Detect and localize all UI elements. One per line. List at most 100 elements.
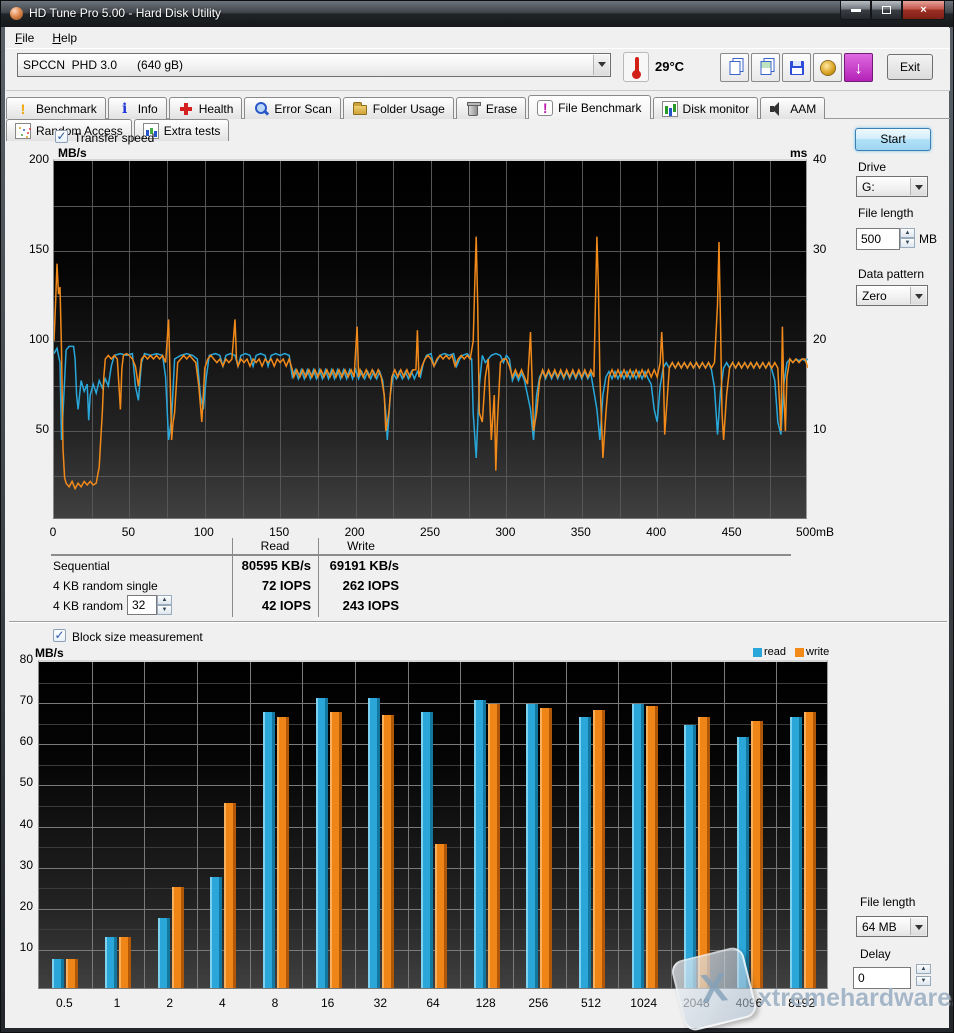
bottom-file-length-value: 64 MB [862, 920, 897, 934]
app-window: HD Tune Pro 5.00 - Hard Disk Utility × F… [0, 0, 954, 1033]
close-icon: × [920, 4, 926, 16]
file-length-stepper[interactable]: ▲ ▼ [900, 228, 915, 248]
save-button[interactable] [782, 53, 811, 82]
write-bar [172, 887, 184, 988]
title-bar[interactable]: HD Tune Pro 5.00 - Hard Disk Utility × [1, 1, 953, 27]
health-icon [178, 101, 194, 117]
x-axis-tick: 100 [184, 525, 224, 539]
read-bar [526, 704, 538, 988]
drive-select-combo[interactable]: SPCCN PHD 3.0 (640 gB) [17, 53, 611, 77]
data-pattern-label: Data pattern [858, 267, 924, 281]
result-write-value: 262 IOPS [299, 578, 399, 593]
delay-label: Delay [860, 947, 891, 961]
transfer-speed-chart [53, 159, 807, 519]
gridline-v [671, 662, 672, 988]
start-button[interactable]: Start [855, 128, 931, 151]
read-bar [474, 700, 486, 988]
gridline-h [39, 683, 827, 684]
tab-health[interactable]: Health [169, 97, 243, 119]
y-axis-tick-left: 50 [23, 422, 49, 436]
file-benchmark-icon: ! [537, 100, 553, 116]
gridline-v [197, 662, 198, 988]
file-length-input[interactable]: 500 [856, 228, 900, 250]
spin-up-icon[interactable]: ▲ [916, 964, 931, 974]
minimize-button[interactable] [840, 1, 871, 20]
tab-folder-usage[interactable]: Folder Usage [343, 97, 454, 119]
tab-benchmark[interactable]: ! Benchmark [6, 97, 106, 119]
tab-label: AAM [790, 102, 816, 116]
block-size-chart [38, 660, 828, 989]
watermark-text: xtremehardware.com [758, 984, 954, 1013]
menu-item-help[interactable]: Help [43, 28, 86, 48]
gridline-v [460, 662, 461, 988]
result-read-value: 80595 KB/s [211, 558, 311, 573]
tab-disk-monitor[interactable]: Disk monitor [653, 97, 759, 119]
write-bar [646, 706, 658, 988]
data-pattern-combo[interactable]: Zero [856, 285, 928, 306]
chevron-down-icon[interactable] [910, 178, 926, 195]
read-column-header: Read [233, 539, 317, 553]
tab-erase[interactable]: Erase [456, 97, 526, 119]
spin-down-icon[interactable]: ▼ [157, 605, 172, 615]
read-bar [210, 877, 222, 988]
gridline-v [513, 662, 514, 988]
x-axis-tick: 200 [335, 525, 375, 539]
bar-x-axis-tick: 256 [512, 996, 564, 1010]
result-read-value: 42 IOPS [211, 598, 311, 613]
gridline-v [618, 662, 619, 988]
tab-label: Info [138, 102, 158, 116]
benchmark-icon: ! [15, 101, 31, 117]
tab-info[interactable]: i Info [108, 97, 167, 119]
erase-icon [465, 101, 481, 117]
block-size-checkbox[interactable]: ✓ [53, 629, 66, 642]
write-bar [488, 704, 500, 988]
read-bar [158, 918, 170, 988]
transfer-speed-checkbox[interactable]: ✓ [55, 130, 68, 143]
options-button[interactable] [813, 53, 842, 82]
write-bar [66, 959, 78, 988]
chevron-down-icon[interactable] [910, 918, 926, 935]
read-bar [684, 725, 696, 988]
drive-combo[interactable]: G: [856, 176, 928, 197]
random-multi-queue-input[interactable]: 32 [127, 595, 157, 615]
read-bar [421, 712, 433, 988]
gridline-v [355, 662, 356, 988]
copy-text-button[interactable] [720, 53, 749, 82]
bar-x-axis-tick: 8 [249, 996, 301, 1010]
tab-file-benchmark[interactable]: ! File Benchmark [528, 95, 650, 119]
info-icon: i [117, 101, 133, 117]
exit-button[interactable]: Exit [887, 54, 933, 80]
bottom-file-length-combo[interactable]: 64 MB [856, 916, 928, 937]
result-row-label: 4 KB random single [53, 579, 158, 593]
read-legend-swatch [753, 648, 762, 657]
tab-error-scan[interactable]: Error Scan [244, 97, 340, 119]
gridline-v [776, 662, 777, 988]
tab-label: Benchmark [36, 102, 97, 116]
disk-monitor-icon [662, 101, 678, 117]
tab-label: File Benchmark [558, 101, 641, 115]
update-button[interactable]: ↓ [844, 53, 873, 82]
spin-up-icon[interactable]: ▲ [900, 228, 915, 238]
tab-aam[interactable]: AAM [760, 97, 825, 119]
result-write-value: 243 IOPS [299, 598, 399, 613]
section-separator [9, 621, 947, 623]
write-column-header: Write [319, 539, 403, 553]
block-size-label: Block size measurement [72, 630, 203, 644]
chevron-down-icon[interactable] [593, 55, 609, 75]
write-bar [540, 708, 552, 988]
spin-up-icon[interactable]: ▲ [157, 595, 172, 605]
drive-combo-value: G: [862, 180, 875, 194]
close-button[interactable]: × [902, 1, 945, 20]
spin-down-icon[interactable]: ▼ [900, 238, 915, 248]
delay-stepper[interactable]: ▲ ▼ [916, 964, 931, 986]
bar-x-axis-tick: 1 [91, 996, 143, 1010]
file-length-unit: MB [919, 232, 937, 246]
copy-image-button[interactable] [751, 53, 780, 82]
maximize-button[interactable] [871, 1, 902, 20]
random-multi-stepper[interactable]: ▲▼ [157, 595, 172, 615]
tab-strip: ! Benchmark i Info HealthError ScanFolder Us… [6, 95, 950, 119]
menu-item-file[interactable]: File [6, 28, 43, 48]
read-bar [105, 937, 117, 988]
chevron-down-icon[interactable] [910, 287, 926, 304]
write-series-line [54, 237, 808, 489]
